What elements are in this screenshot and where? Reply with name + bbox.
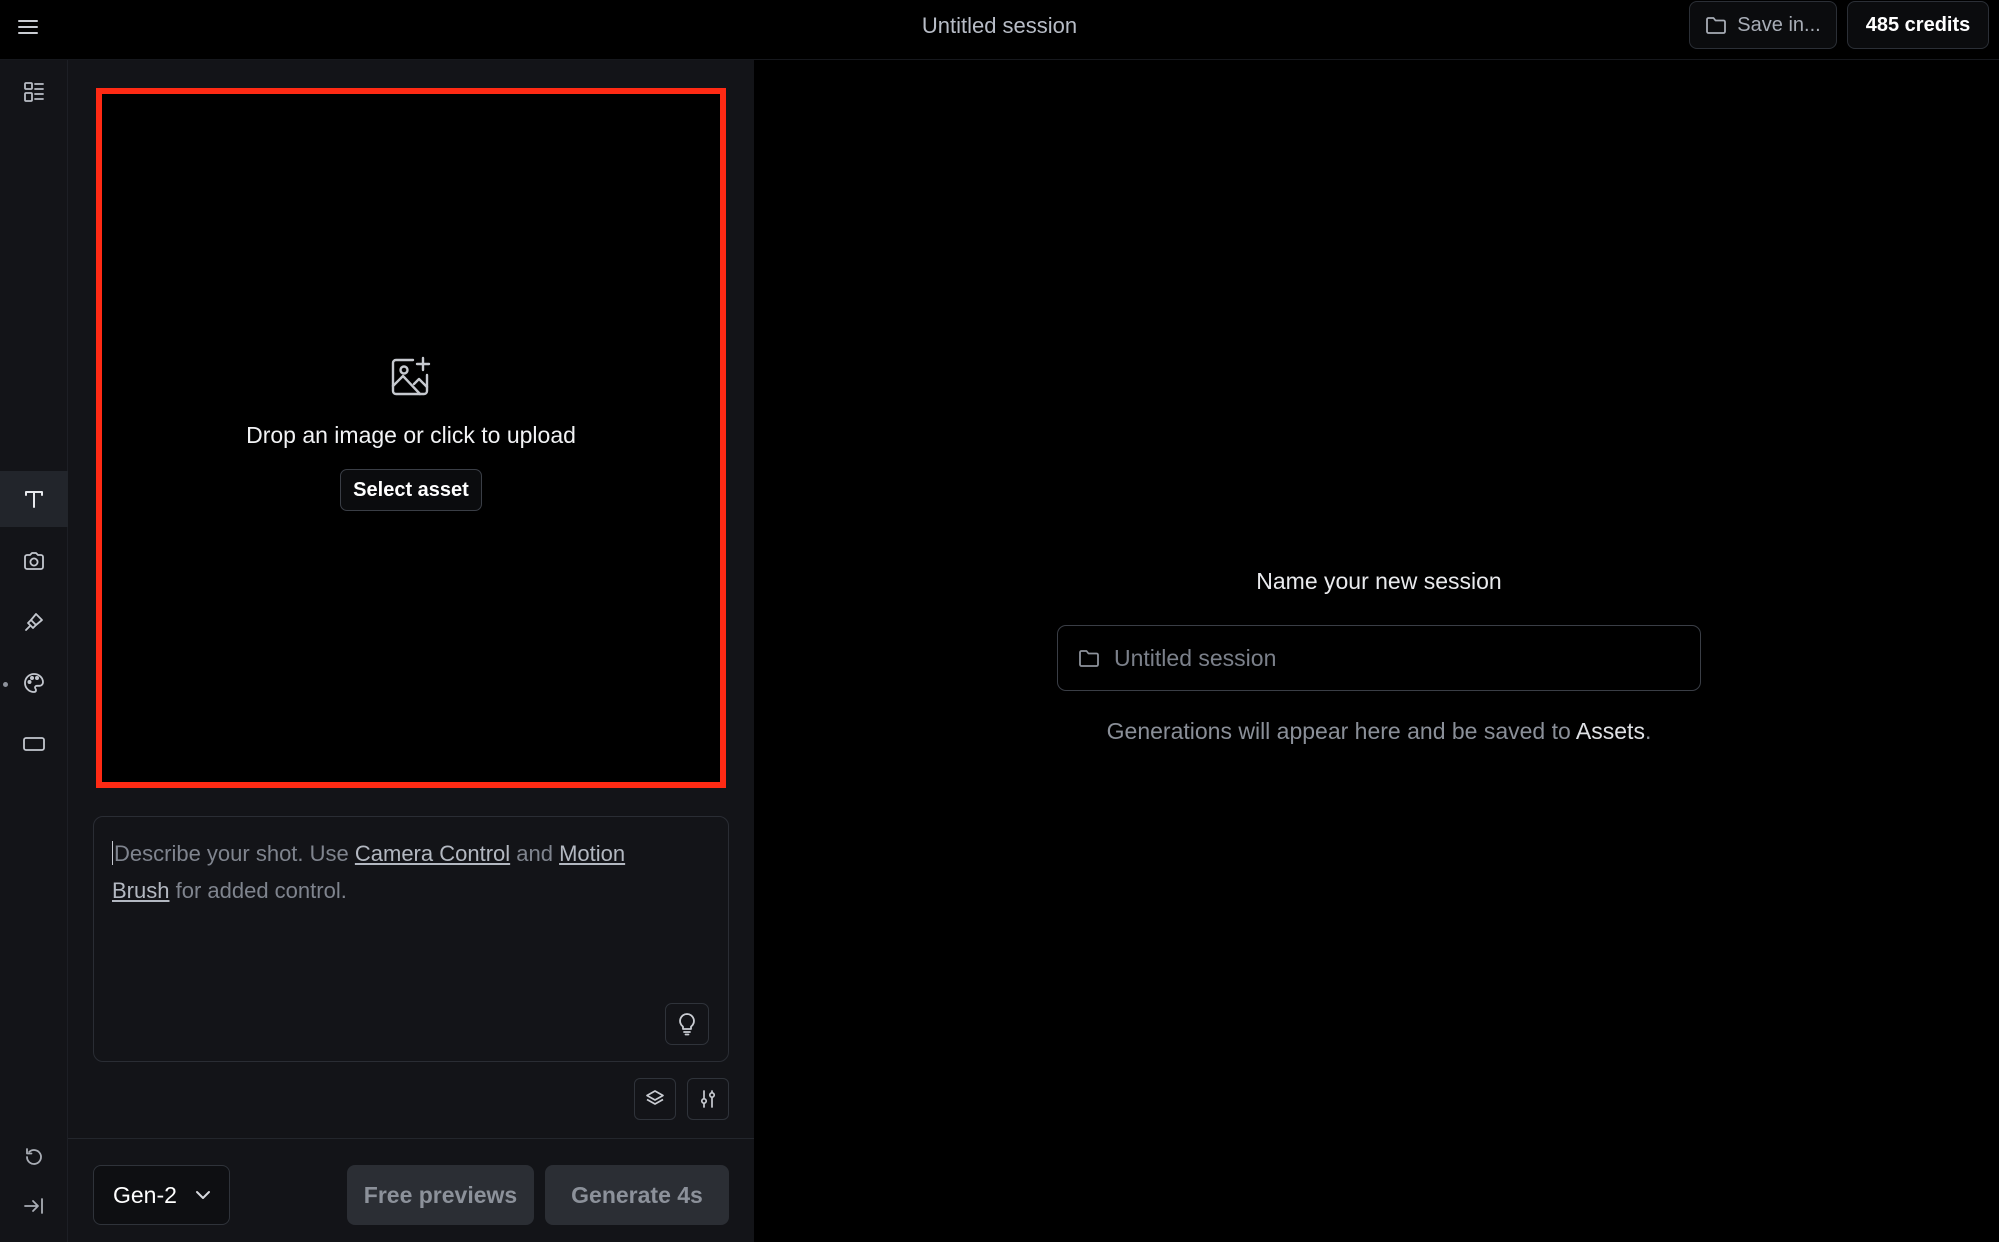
- lightbulb-icon: [679, 1013, 695, 1036]
- session-name-field[interactable]: [1057, 625, 1701, 691]
- note-prefix: Generations will appear here and be save…: [1106, 718, 1576, 744]
- palette-icon: [24, 673, 44, 693]
- generate-button[interactable]: Generate 4s: [545, 1165, 729, 1225]
- rail-item-camera-control[interactable]: [0, 533, 68, 589]
- prompt-suffix: for added control.: [169, 878, 347, 903]
- layers-button[interactable]: [634, 1078, 676, 1120]
- text-icon: [25, 491, 43, 508]
- tool-rail: [0, 60, 68, 1242]
- app-root: Untitled session Save in... 485 credits: [0, 0, 1999, 1242]
- camera-control-link[interactable]: Camera Control: [355, 841, 510, 866]
- layers-icon: [646, 1090, 664, 1105]
- folder-icon: [1706, 17, 1727, 34]
- prompt-input[interactable]: Describe your shot. Use Camera Control a…: [93, 816, 729, 1062]
- text-caret: [112, 841, 113, 865]
- rail-item-collapse[interactable]: [0, 1178, 68, 1234]
- free-previews-button[interactable]: Free previews: [347, 1165, 534, 1225]
- camera-icon: [24, 552, 44, 570]
- rail-item-aspect-ratio[interactable]: [0, 716, 68, 772]
- generation-panel: Drop an image or click to upload Select …: [68, 60, 754, 1242]
- sliders-icon: [700, 1090, 716, 1108]
- rail-item-history[interactable]: [0, 1129, 68, 1185]
- prompt-ideas-button[interactable]: [665, 1003, 709, 1045]
- select-asset-button[interactable]: Select asset: [340, 469, 482, 511]
- rail-item-style[interactable]: [0, 655, 68, 711]
- note-suffix: .: [1644, 718, 1652, 744]
- settings-sliders-button[interactable]: [687, 1078, 729, 1120]
- save-in-label: Save in...: [1737, 13, 1821, 36]
- image-upload-dropzone[interactable]: Drop an image or click to upload Select …: [96, 88, 726, 788]
- model-value: Gen-2: [113, 1181, 177, 1208]
- image-add-icon: [391, 356, 431, 396]
- save-in-button[interactable]: Save in...: [1689, 1, 1837, 49]
- dropzone-content: Drop an image or click to upload Select …: [102, 354, 720, 511]
- dashboard-icon: [24, 82, 44, 102]
- dropzone-text: Drop an image or click to upload: [246, 422, 576, 448]
- brush-icon: [25, 613, 43, 631]
- name-session-heading: Name your new session: [1256, 568, 1502, 594]
- undo-icon: [26, 1148, 42, 1165]
- prompt-placeholder: Describe your shot. Use Camera Control a…: [112, 835, 672, 909]
- panel-footer: Gen-2 Free previews Generate 4s: [68, 1138, 754, 1242]
- rail-item-motion-brush[interactable]: [0, 594, 68, 650]
- prompt-prefix: Describe your shot. Use: [114, 841, 355, 866]
- session-name-input[interactable]: [1114, 644, 1700, 672]
- rail-item-text[interactable]: [0, 471, 68, 527]
- rectangle-icon: [23, 737, 45, 751]
- top-bar: Untitled session Save in... 485 credits: [0, 0, 1999, 60]
- chevron-down-icon: [196, 1191, 210, 1199]
- generations-note: Generations will appear here and be save…: [754, 718, 1999, 745]
- rail-item-assets[interactable]: [0, 64, 68, 120]
- folder-icon: [1079, 650, 1099, 667]
- prompt-middle: and: [510, 841, 560, 866]
- model-select[interactable]: Gen-2: [93, 1165, 230, 1225]
- credits-button[interactable]: 485 credits: [1847, 1, 1989, 49]
- arrow-right-bar-icon: [24, 1198, 43, 1214]
- style-indicator-dot: [3, 682, 8, 687]
- session-main-area: Name your new session Generations will a…: [754, 60, 1999, 1242]
- assets-link[interactable]: Assets: [1576, 718, 1645, 744]
